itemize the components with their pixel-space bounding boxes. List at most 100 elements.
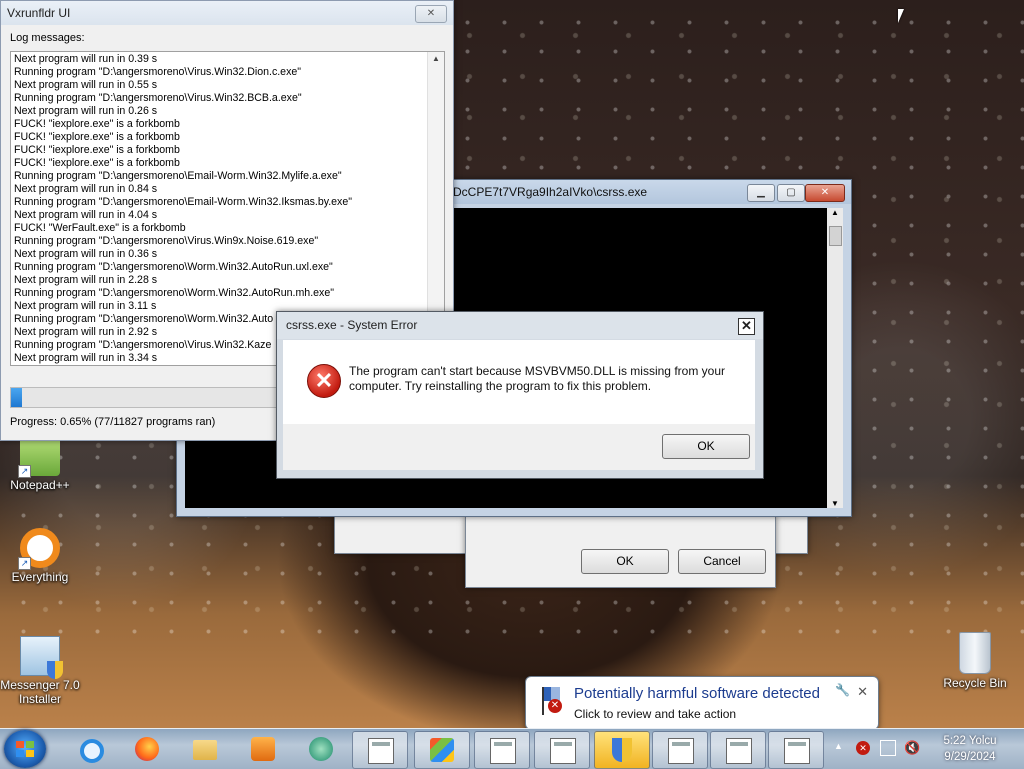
log-line: Running program "D:\angersmoreno\Email-W… — [14, 170, 342, 182]
shortcut-arrow-icon: ↗ — [18, 557, 31, 570]
taskbar-app-3[interactable] — [474, 731, 530, 769]
console-title: DcCPE7t7VRga9Ih2aIVko\csrss.exe — [453, 185, 648, 199]
internet-explorer-icon — [80, 739, 104, 763]
taskbar-app-1[interactable] — [352, 731, 408, 769]
log-line: Running program "D:\angersmoreno\Virus.W… — [14, 66, 302, 78]
application-icon — [368, 738, 394, 764]
console-scrollbar[interactable]: ▲ ▼ — [827, 208, 843, 508]
log-line: Next program will run in 0.39 s — [14, 53, 158, 65]
log-line: FUCK! "WerFault.exe" is a forkbomb — [14, 222, 186, 234]
start-button[interactable] — [4, 730, 46, 768]
scroll-up-icon[interactable]: ▲ — [428, 54, 444, 63]
log-line: FUCK! "iexplore.exe" is a forkbomb — [14, 144, 180, 156]
window-title: Vxrunfldr UI — [7, 6, 71, 20]
application-icon — [668, 738, 694, 764]
taskbar-app-5[interactable] — [652, 731, 708, 769]
close-button[interactable]: ✕ — [738, 318, 755, 335]
uac-shield-icon — [612, 738, 632, 762]
messenger-icon — [309, 737, 333, 761]
system-clock[interactable]: 5:22 Yolcu 9/29/2024 — [930, 733, 1010, 765]
mouse-cursor-icon — [898, 9, 910, 23]
action-center-icon[interactable]: ✕ — [856, 741, 870, 755]
close-icon[interactable]: ✕ — [857, 684, 868, 700]
log-line: Next program will run in 0.36 s — [14, 248, 158, 260]
taskbar-messenger[interactable] — [294, 731, 348, 767]
scroll-thumb[interactable] — [829, 226, 842, 246]
dialog-footer: OK — [283, 424, 755, 470]
error-titlebar[interactable]: csrss.exe - System Error ✕ — [277, 312, 763, 339]
application-icon — [490, 738, 516, 764]
close-icon: ✕ — [426, 8, 436, 19]
log-line: Next program will run in 0.26 s — [14, 105, 158, 117]
media-player-icon — [251, 737, 275, 761]
desktop-icon-label: Recycle Bin — [943, 676, 1007, 690]
close-button[interactable]: ✕ — [805, 184, 845, 202]
progress-text: Progress: 0.65% (77/11827 programs ran) — [10, 416, 216, 428]
application-icon — [784, 738, 810, 764]
log-line: FUCK! "iexplore.exe" is a forkbomb — [14, 157, 180, 169]
cancel-button[interactable]: Cancel — [678, 549, 766, 574]
desktop-icon-everything[interactable]: ↗ Everything — [0, 528, 80, 584]
clock-date: 9/29/2024 — [944, 751, 996, 763]
uac-shield-icon — [47, 661, 63, 679]
error-message: The program can't start because MSVBVM50… — [349, 364, 725, 393]
background-confirm-dialog: OK Cancel — [465, 516, 776, 588]
minimize-button[interactable]: ▁ — [747, 184, 775, 202]
ok-button[interactable]: OK — [581, 549, 669, 574]
log-line: Next program will run in 0.55 s — [14, 79, 158, 91]
log-line: Running program "D:\angersmoreno\Virus.W… — [14, 92, 302, 104]
taskbar-internet-explorer[interactable] — [62, 731, 116, 767]
wrench-icon[interactable]: 🔧 — [835, 683, 850, 697]
progress-fill — [11, 388, 22, 407]
installer-icon — [20, 636, 63, 679]
taskbar-app-7[interactable] — [768, 731, 824, 769]
vx-titlebar[interactable]: Vxrunfldr UI ✕ — [1, 1, 453, 25]
taskbar-explorer[interactable] — [178, 731, 232, 767]
error-body: ✕ The program can't start because MSVBVM… — [283, 340, 755, 424]
windows-logo-icon — [16, 741, 34, 757]
volume-muted-icon[interactable]: 🔇 — [904, 740, 920, 756]
close-button[interactable]: ✕ — [415, 5, 447, 23]
log-line: Next program will run in 0.84 s — [14, 183, 158, 195]
notepadpp-icon: ↗ — [18, 436, 60, 478]
shortcut-arrow-icon: ↗ — [18, 465, 31, 478]
taskbar-firefox[interactable] — [120, 731, 174, 767]
action-center-flag-icon: ✕ — [538, 687, 564, 715]
maximize-icon: ▢ — [786, 187, 796, 198]
log-line: Running program "D:\angersmoreno\Virus.W… — [14, 235, 319, 247]
progress-bar — [10, 387, 277, 408]
maximize-button[interactable]: ▢ — [777, 184, 805, 202]
desktop-icon-messenger-installer[interactable]: Messenger 7.0 Installer — [0, 636, 80, 706]
notification-subtitle: Click to review and take action — [574, 707, 737, 721]
desktop-icon-recycle-bin[interactable]: Recycle Bin — [935, 632, 1015, 690]
installer-icon — [430, 738, 454, 762]
application-icon — [726, 738, 752, 764]
scroll-down-icon[interactable]: ▼ — [827, 499, 843, 508]
security-notification[interactable]: ✕ Potentially harmful software detected … — [525, 676, 879, 741]
system-error-dialog[interactable]: csrss.exe - System Error ✕ ✕ The program… — [276, 311, 764, 479]
network-icon[interactable] — [880, 740, 896, 756]
close-icon: ✕ — [741, 318, 752, 333]
close-icon: ✕ — [820, 187, 830, 198]
minimize-icon: ▁ — [757, 187, 765, 198]
desktop-icon-label: Notepad++ — [10, 478, 70, 492]
taskbar-media-player[interactable] — [236, 731, 290, 767]
taskbar: ▲ ✕ 🔇 5:22 Yolcu 9/29/2024 — [0, 728, 1024, 769]
desktop-icon-label: Messenger 7.0 Installer — [0, 678, 80, 706]
taskbar-app-6[interactable] — [710, 731, 766, 769]
log-line: FUCK! "iexplore.exe" is a forkbomb — [14, 118, 180, 130]
taskbar-app-2[interactable] — [414, 731, 470, 769]
log-line: Running program "D:\angersmoreno\Email-W… — [14, 196, 353, 208]
desktop-icon-notepadpp[interactable]: ↗ Notepad++ — [0, 436, 80, 492]
show-hidden-icons-icon[interactable]: ▲ — [834, 741, 843, 751]
taskbar-app-4[interactable] — [534, 731, 590, 769]
desktop-icon-label: Everything — [11, 570, 69, 584]
application-icon — [550, 738, 576, 764]
ok-button[interactable]: OK — [662, 434, 750, 459]
log-line: Next program will run in 2.28 s — [14, 274, 158, 286]
log-line: Running program "D:\angersmoreno\Worm.Wi… — [14, 287, 334, 299]
dialog-title: csrss.exe - System Error — [286, 318, 418, 332]
taskbar-uac-prompt[interactable] — [594, 731, 650, 769]
log-line: Running program "D:\angersmoreno\Worm.Wi… — [14, 261, 333, 273]
scroll-up-icon[interactable]: ▲ — [827, 208, 843, 217]
